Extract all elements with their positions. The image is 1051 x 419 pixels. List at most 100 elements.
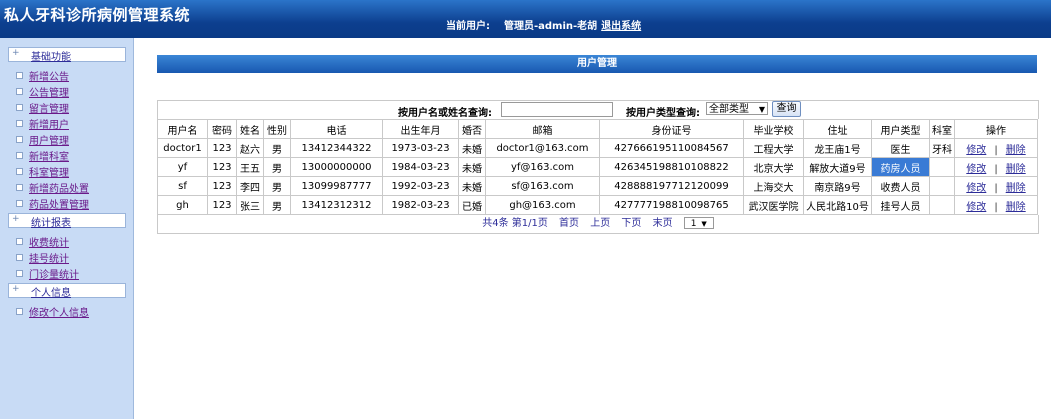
row-actions: 修改 | 删除 [954, 157, 1038, 177]
delete-link[interactable]: 删除 [1006, 202, 1026, 213]
column-header: 操作 [954, 119, 1038, 139]
table-cell: 药房人员 [871, 157, 930, 177]
column-header: 邮箱 [485, 119, 600, 139]
pager-summary: 共4条 第1/1页 [482, 218, 548, 229]
edit-link[interactable]: 修改 [966, 145, 986, 156]
logout-link[interactable]: 退出系统 [601, 21, 641, 32]
pager-last[interactable]: 末页 [653, 218, 673, 229]
sidebar-item[interactable]: 门诊量统计 [16, 266, 79, 281]
table-cell: doctor1@163.com [485, 138, 600, 158]
pager-prev[interactable]: 上页 [590, 218, 610, 229]
search-button[interactable]: 查询 [772, 101, 801, 117]
bullet-icon [16, 120, 23, 127]
pager-next[interactable]: 下页 [621, 218, 641, 229]
sidebar-item[interactable]: 新增用户 [16, 116, 69, 131]
table-cell: yf@163.com [485, 157, 600, 177]
table-cell: 1984-03-23 [382, 157, 459, 177]
sidebar-section[interactable]: + 个人信息 [8, 283, 126, 299]
table-cell: 收费人员 [871, 176, 930, 196]
bullet-icon [16, 168, 23, 175]
edit-link[interactable]: 修改 [966, 164, 986, 175]
pager: 共4条 第1/1页 首页 上页 下页 末页 1 ▼ [157, 215, 1039, 234]
row-actions: 修改 | 删除 [954, 138, 1038, 158]
user-type-select[interactable]: 全部类型 ▼ [706, 102, 768, 115]
sidebar-item-label: 新增科室 [29, 152, 69, 163]
table-cell: 解放大道9号 [803, 157, 872, 177]
table-row: gh 123 张三男 13412312312 1982-03-23 已婚 gh@163.co… [157, 195, 1038, 215]
table-cell: 张三 [236, 195, 264, 215]
edit-link[interactable]: 修改 [966, 202, 986, 213]
bullet-icon [16, 184, 23, 191]
bullet-icon [16, 136, 23, 143]
plus-icon: + [12, 214, 20, 224]
sidebar-item-label: 新增公告 [29, 72, 69, 83]
search-bar: 按用户名或姓名查询: 按用户类型查询: 全部类型 ▼ 查询 [157, 100, 1039, 119]
pager-first[interactable]: 首页 [559, 218, 579, 229]
bullet-icon [16, 270, 23, 277]
delete-link[interactable]: 删除 [1006, 164, 1026, 175]
page-select[interactable]: 1 ▼ [683, 217, 714, 229]
sidebar-item[interactable]: 公告管理 [16, 84, 69, 99]
name-search-input[interactable] [501, 102, 613, 117]
sidebar-item-label: 新增药品处置 [29, 184, 89, 195]
row-actions: 修改 | 删除 [954, 195, 1038, 215]
table-cell: 武汉医学院 [743, 195, 804, 215]
column-header: 科室 [929, 119, 955, 139]
edit-link[interactable]: 修改 [966, 183, 986, 194]
table-cell: 北京大学 [743, 157, 804, 177]
row-actions: 修改 | 删除 [954, 176, 1038, 196]
sidebar-item-label: 公告管理 [29, 88, 69, 99]
bullet-icon [16, 308, 23, 315]
sidebar-item[interactable]: 新增科室 [16, 148, 69, 163]
bullet-icon [16, 152, 23, 159]
sidebar-item[interactable]: 收费统计 [16, 234, 69, 249]
table-cell: 龙王庙1号 [803, 138, 872, 158]
sidebar-item-label: 科室管理 [29, 168, 69, 179]
column-header: 身份证号 [599, 119, 744, 139]
bullet-icon [16, 254, 23, 261]
sidebar-item[interactable]: 新增公告 [16, 68, 69, 83]
table-header-row: 用户名 密码 姓名 性别 电话 出生年月 婚否 邮箱 身份证号 毕业学校 住址 用户类型 科室 操作 [157, 119, 1038, 139]
column-header: 毕业学校 [743, 119, 804, 139]
sidebar-section[interactable]: + 基础功能 [8, 47, 126, 63]
table-cell: 426345198810108822 [599, 157, 744, 177]
delete-link[interactable]: 删除 [1006, 145, 1026, 156]
sidebar-item[interactable]: 药品处置管理 [16, 196, 89, 211]
sidebar-item[interactable]: 科室管理 [16, 164, 69, 179]
table-cell: 工程大学 [743, 138, 804, 158]
sidebar-section-title: 基础功能 [31, 52, 71, 63]
table-cell [929, 195, 955, 215]
sidebar-section[interactable]: + 统计报表 [8, 213, 126, 229]
table-cell: 南京路9号 [803, 176, 872, 196]
table-cell: 未婚 [458, 138, 486, 158]
table-cell: 王五 [236, 157, 264, 177]
table-cell: 上海交大 [743, 176, 804, 196]
table-cell: 未婚 [458, 157, 486, 177]
top-header: 私人牙科诊所病例管理系统 当前用户: 管理员-admin-老胡 退出系统 [0, 0, 1051, 38]
table-cell: gh@163.com [485, 195, 600, 215]
sidebar-item[interactable]: 修改个人信息 [16, 304, 89, 319]
table-cell: 123 [207, 157, 237, 177]
sidebar-item-label: 挂号统计 [29, 254, 69, 265]
sidebar: + 基础功能 新增公告 公告管理 留言管理 新增用户 用户管理 新增科室 科室管理 新增药品处置药… [0, 38, 134, 419]
sidebar-item-label: 留言管理 [29, 104, 69, 115]
sidebar-item[interactable]: 挂号统计 [16, 250, 69, 265]
sidebar-item[interactable]: 留言管理 [16, 100, 69, 115]
delete-link[interactable]: 删除 [1006, 183, 1026, 194]
table-cell [929, 157, 955, 177]
table-cell: 医生 [871, 138, 930, 158]
table-cell: 赵六 [236, 138, 264, 158]
table-cell: gh [157, 195, 208, 215]
table-cell: 13412312312 [290, 195, 383, 215]
table-row: doctor1 123 赵六男 13412344322 1973-03-23 未婚 doct… [157, 138, 1038, 158]
sidebar-item[interactable]: 新增药品处置 [16, 180, 89, 195]
table-cell: 427777198810098765 [599, 195, 744, 215]
table-cell: doctor1 [157, 138, 208, 158]
sidebar-section-title: 统计报表 [31, 218, 71, 229]
table-cell: 1973-03-23 [382, 138, 459, 158]
bullet-icon [16, 72, 23, 79]
table-cell: 男 [263, 195, 291, 215]
table-cell: 13099987777 [290, 176, 383, 196]
sidebar-item[interactable]: 用户管理 [16, 132, 69, 147]
column-header: 婚否 [458, 119, 486, 139]
